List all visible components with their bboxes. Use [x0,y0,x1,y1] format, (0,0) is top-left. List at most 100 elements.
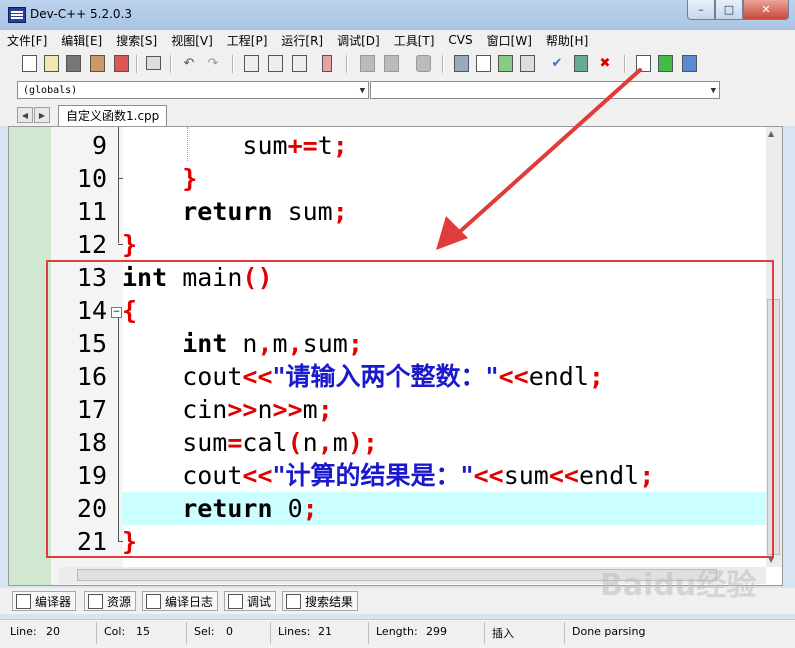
menu-view[interactable]: 视图[V] [164,32,220,49]
status-lines-value: 21 [318,625,332,638]
status-line-label: Line: [10,625,37,638]
editor-tab-bar: ◀ ▶ 自定义函数1.cpp [0,104,795,127]
globals-combo[interactable]: (globals) ▼ [17,81,369,99]
window-controls: – □ ✕ [687,0,789,20]
find-icon[interactable] [242,54,260,72]
menu-window[interactable]: 窗口[W] [480,32,539,49]
tab-debug[interactable]: 调试 [224,591,277,611]
code-token: sum [272,197,333,226]
code-token: t [317,131,333,160]
code-token: sum [122,131,288,160]
save-all-icon[interactable] [88,54,106,72]
tab-scroll-right-icon[interactable]: ▶ [34,107,50,123]
tab-resources-label: 资源 [107,594,132,609]
code-text: } [122,228,137,261]
status-sel-label: Sel: [194,625,215,638]
chart-icon [146,593,161,609]
code-text: sum+=t; [122,129,348,162]
tab-compile-log-label: 编译日志 [165,594,214,609]
tab-compile-log[interactable]: 编译日志 [142,591,219,611]
maximize-button[interactable]: □ [715,0,743,20]
annotation-highlight-box [46,260,774,558]
class-browser-bar: (globals) ▼ ▼ [0,78,795,104]
close-file-icon[interactable] [112,54,130,72]
menu-bar: 文件[F] 编辑[E] 搜索[S] 视图[V] 工程[P] 运行[R] 调试[D… [0,30,795,50]
remove-from-project-icon[interactable] [382,54,400,72]
tab-file[interactable]: 自定义函数1.cpp [58,105,168,127]
menu-help[interactable]: 帮助[H] [539,32,595,49]
menu-edit[interactable]: 编辑[E] [54,32,109,49]
menu-search[interactable]: 搜索[S] [109,32,164,49]
compile-run-icon[interactable] [496,54,514,72]
app-icon [8,7,26,23]
add-to-project-icon[interactable] [358,54,376,72]
save-icon[interactable] [64,54,82,72]
fold-end-marker [118,244,123,245]
syntax-check-icon[interactable]: ✔ [548,54,566,72]
find-next-icon[interactable] [290,54,308,72]
menu-debug[interactable]: 调试[D] [330,32,387,49]
fold-guide-line [118,127,119,243]
menu-run[interactable]: 运行[R] [274,32,330,49]
status-message: Done parsing [572,625,646,638]
print-icon[interactable] [144,54,162,72]
open-file-icon[interactable] [42,54,60,72]
menu-tools[interactable]: 工具[T] [387,32,442,49]
profile-icon[interactable] [572,54,590,72]
insert-icon[interactable] [656,54,674,72]
compiler-icon [16,593,31,609]
status-length-label: Length: [376,625,418,638]
title-bar: Dev-C++ 5.2.0.3 – □ ✕ [0,0,795,30]
status-bar: Line: 20 Col: 15 Sel: 0 Lines: 21 Length… [0,619,795,648]
run-icon[interactable] [474,54,492,72]
code-line[interactable]: 11 return sum; [9,195,766,228]
stop-icon[interactable]: ✖ [596,54,614,72]
goto-line-icon[interactable] [318,54,336,72]
tab-scroll-left-icon[interactable]: ◀ [17,107,33,123]
scroll-up-icon[interactable]: ▲ [768,129,774,138]
code-text: } [122,162,197,195]
fold-end-marker [118,178,123,179]
replace-icon[interactable] [266,54,284,72]
menu-file[interactable]: 文件[F] [0,32,54,49]
tab-search-results-label: 搜索结果 [305,594,354,609]
status-line-value: 20 [46,625,60,638]
minimize-button[interactable]: – [687,0,715,20]
new-file-icon[interactable] [20,54,38,72]
search-icon [286,593,301,609]
status-lines-label: Lines: [278,625,311,638]
code-token: ; [332,131,348,160]
new-class-icon[interactable] [634,54,652,72]
status-sel-value: 0 [226,625,233,638]
check-icon [228,593,243,609]
tab-resources[interactable]: 资源 [84,591,137,611]
chevron-down-icon: ▼ [359,86,365,96]
menu-cvs[interactable]: CVS [441,33,479,47]
watermark-logo: Baidu经验 [600,568,757,603]
status-col-value: 15 [136,625,150,638]
status-insert-mode: 插入 [492,627,514,640]
tab-compiler[interactable]: 编译器 [12,591,77,611]
redo-icon[interactable]: ↷ [204,54,222,72]
compile-icon[interactable] [452,54,470,72]
code-line[interactable]: 9 sum+=t; [9,129,766,162]
rebuild-icon[interactable] [518,54,536,72]
devcpp-window: Dev-C++ 5.2.0.3 – □ ✕ 文件[F] 编辑[E] 搜索[S] … [0,0,795,648]
status-col-label: Col: [104,625,126,638]
code-text: return sum; [122,195,348,228]
toolbar: ↶ ↷ ✔ ✖ [0,50,795,78]
code-token: ; [332,197,348,226]
line-number: 11 [76,197,107,226]
undo-icon[interactable]: ↶ [180,54,198,72]
bookmark-icon[interactable] [680,54,698,72]
members-combo[interactable]: ▼ [370,81,720,99]
close-button[interactable]: ✕ [743,0,789,20]
code-token: } [182,164,198,193]
tab-search-results[interactable]: 搜索结果 [282,591,359,611]
globals-combo-value: (globals) [23,85,78,96]
menu-project[interactable]: 工程[P] [220,32,275,49]
project-options-icon[interactable] [414,54,432,72]
window-title: Dev-C++ 5.2.0.3 [30,7,133,21]
